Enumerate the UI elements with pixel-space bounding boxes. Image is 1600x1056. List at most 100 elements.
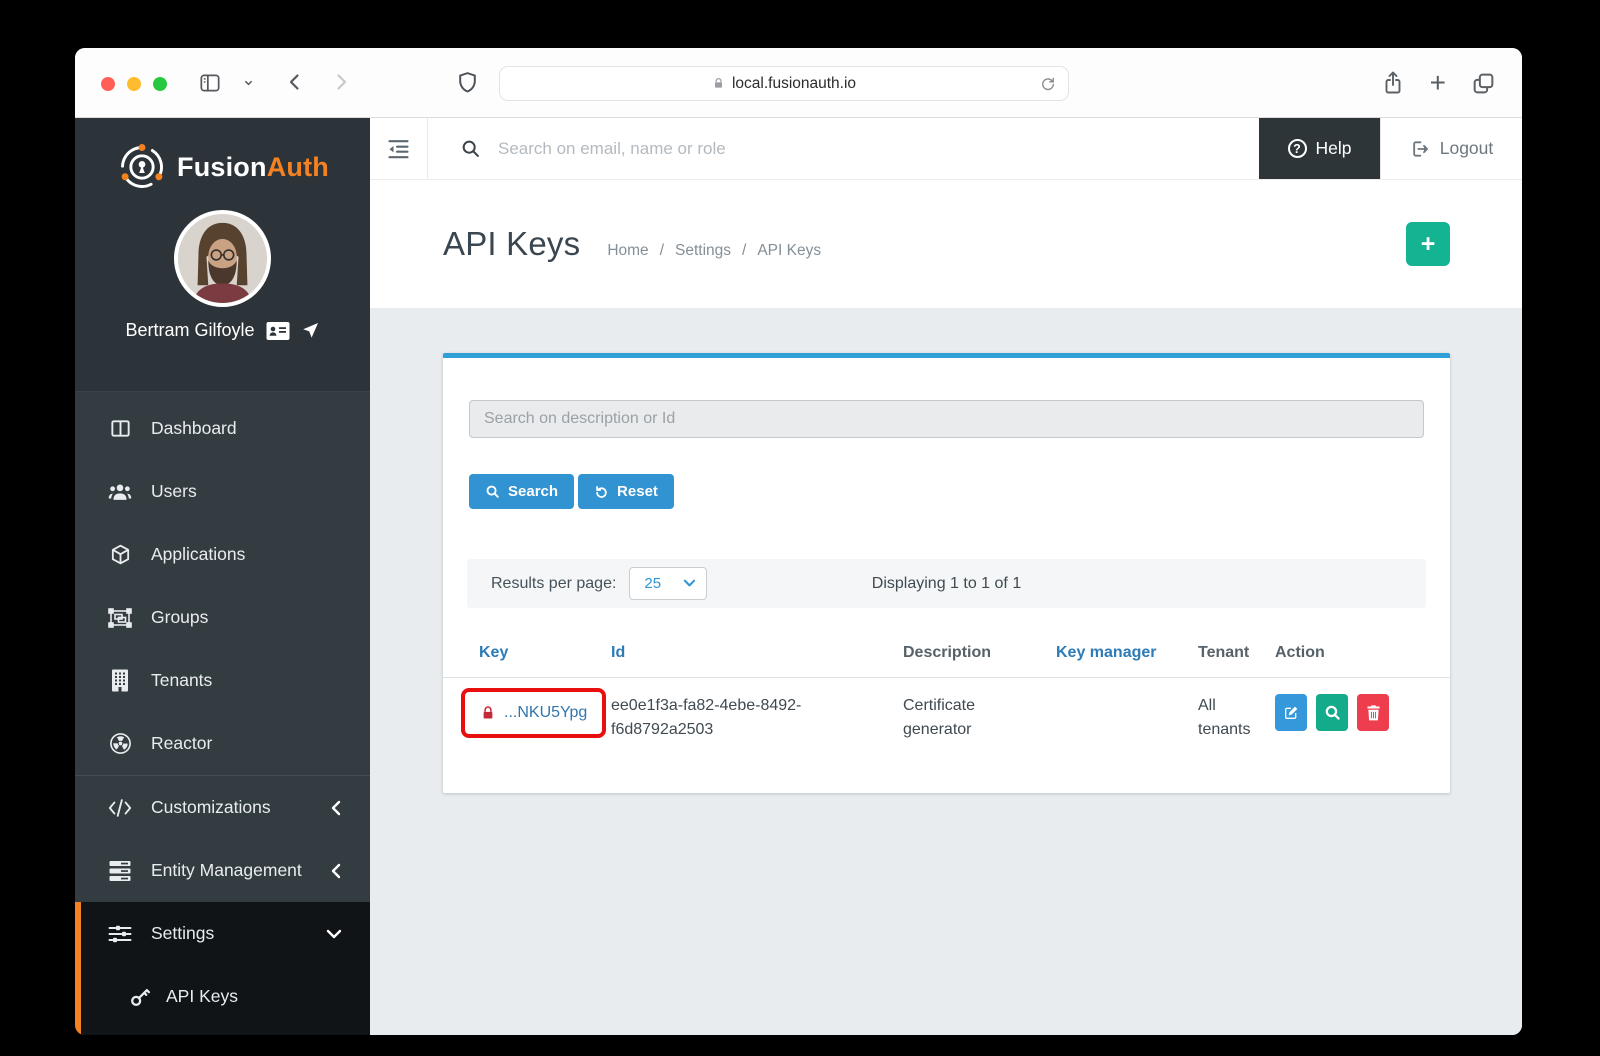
login-location-icon[interactable] [301, 321, 320, 340]
breadcrumb-separator: / [660, 242, 664, 260]
breadcrumb-separator: / [742, 242, 746, 260]
add-api-key-button[interactable]: + [1406, 222, 1450, 266]
avatar[interactable] [174, 210, 271, 307]
reset-button-label: Reset [617, 483, 658, 500]
logout-button[interactable]: Logout [1380, 118, 1522, 179]
sidebar-item-label: Dashboard [151, 418, 237, 439]
help-label: Help [1316, 138, 1352, 159]
columns-icon [108, 417, 132, 440]
zoom-window-button[interactable] [153, 77, 167, 91]
sidebar-item-applications[interactable]: Applications [75, 523, 370, 586]
sidebar-toggle-icon[interactable] [197, 70, 223, 96]
id-card-icon[interactable] [266, 321, 290, 341]
sidebar: FusionAuth Bertram Gilfoyle [75, 118, 370, 1035]
fusionauth-logo-icon [116, 141, 168, 193]
column-action: Action [1275, 644, 1450, 662]
reload-icon[interactable] [1039, 75, 1057, 93]
close-window-button[interactable] [101, 77, 115, 91]
browser-window: local.fusionauth.io + [75, 48, 1522, 1035]
outdent-icon [386, 138, 411, 160]
page-title: API Keys [443, 225, 580, 263]
column-key-manager[interactable]: Key manager [1056, 644, 1198, 662]
key-icon [128, 986, 152, 1008]
sidebar-item-tenants[interactable]: Tenants [75, 649, 370, 712]
sidebar-item-users[interactable]: Users [75, 460, 370, 523]
displaying-status: Displaying 1 to 1 of 1 [872, 575, 1021, 593]
reset-button[interactable]: Reset [578, 474, 674, 509]
breadcrumb-settings[interactable]: Settings [675, 242, 731, 260]
plus-icon: + [1421, 230, 1436, 259]
sign-out-icon [1410, 139, 1430, 159]
sidebar-item-settings[interactable]: Settings [81, 902, 370, 965]
back-icon[interactable] [283, 70, 307, 94]
object-group-icon [108, 607, 132, 629]
sidebar-item-label: Customizations [151, 797, 271, 818]
sidebar-settings-section: Settings API Keys [75, 902, 370, 1035]
page-header: API Keys Home / Settings / API Keys + [370, 180, 1522, 308]
global-search [428, 118, 1259, 179]
api-key-id: ee0e1f3a-fa82-4ebe-8492-f6d8792a2503 [611, 694, 856, 742]
api-key-description: Certificate generator [903, 694, 1025, 742]
collapse-menu-button[interactable] [370, 118, 428, 179]
url-text: local.fusionauth.io [732, 75, 856, 93]
table-row: ...NKU5Ypg ee0e1f3a-fa82-4ebe-8492-f6d87… [443, 678, 1450, 742]
cube-icon [108, 543, 132, 566]
logout-label: Logout [1440, 138, 1494, 159]
chevron-left-icon [330, 863, 342, 879]
building-icon [108, 669, 132, 692]
column-id[interactable]: Id [611, 644, 903, 662]
sidebar-item-reactor[interactable]: Reactor [75, 712, 370, 775]
api-key-link[interactable]: ...NKU5Ypg [504, 701, 587, 725]
content-area: Search Reset Results per page: 25 [370, 308, 1522, 1035]
row-actions [1275, 694, 1450, 731]
browser-chrome: local.fusionauth.io + [75, 48, 1522, 118]
sidebar-item-label: Tenants [151, 670, 212, 691]
sidebar-item-label: Applications [151, 544, 245, 565]
results-per-page-value: 25 [644, 575, 661, 592]
radiation-icon [108, 732, 132, 755]
delete-button[interactable] [1357, 694, 1389, 731]
column-key[interactable]: Key [479, 644, 611, 662]
chevron-down-icon[interactable] [241, 75, 256, 90]
chevron-left-icon [330, 800, 342, 816]
search-button[interactable]: Search [469, 474, 574, 509]
address-bar[interactable]: local.fusionauth.io [499, 66, 1069, 101]
new-tab-icon[interactable]: + [1430, 71, 1446, 95]
sidebar-item-label: Settings [151, 923, 214, 944]
results-per-page-select[interactable]: 25 [629, 567, 707, 600]
brand-word-1: Fusion [177, 152, 267, 182]
forward-icon[interactable] [329, 70, 353, 94]
tab-overview-icon[interactable] [1471, 71, 1496, 96]
brand-word-2: Auth [267, 152, 329, 182]
global-search-input[interactable] [498, 139, 1259, 159]
minimize-window-button[interactable] [127, 77, 141, 91]
sidebar-item-dashboard[interactable]: Dashboard [75, 397, 370, 460]
edit-button[interactable] [1275, 694, 1307, 731]
lock-icon [481, 705, 495, 721]
search-button-label: Search [508, 483, 558, 500]
question-icon: ? [1288, 139, 1307, 158]
user-name: Bertram Gilfoyle [125, 320, 254, 341]
api-key-search-input[interactable] [469, 400, 1424, 438]
api-key-tenant: All tenants [1198, 694, 1256, 742]
privacy-shield-icon[interactable] [455, 70, 480, 95]
sidebar-nav: Dashboard Users [75, 392, 370, 775]
users-icon [108, 481, 132, 503]
share-icon[interactable] [1381, 70, 1405, 96]
breadcrumb-home[interactable]: Home [607, 242, 648, 260]
trash-icon [1366, 704, 1381, 721]
sidebar-item-customizations[interactable]: Customizations [75, 776, 370, 839]
sidebar-item-entity-management[interactable]: Entity Management [75, 839, 370, 902]
view-button[interactable] [1316, 694, 1348, 731]
sidebar-item-api-keys[interactable]: API Keys [81, 965, 370, 1028]
api-keys-panel: Search Reset Results per page: 25 [443, 353, 1450, 793]
sidebar-item-label: Users [151, 481, 197, 502]
window-controls [101, 77, 167, 91]
fusionauth-logo[interactable]: FusionAuth [75, 118, 370, 193]
column-description: Description [903, 644, 1056, 662]
server-icon [108, 860, 132, 882]
breadcrumb-current: API Keys [757, 242, 821, 260]
sidebar-item-groups[interactable]: Groups [75, 586, 370, 649]
sidebar-item-label: Groups [151, 607, 208, 628]
help-button[interactable]: ? Help [1259, 118, 1380, 179]
